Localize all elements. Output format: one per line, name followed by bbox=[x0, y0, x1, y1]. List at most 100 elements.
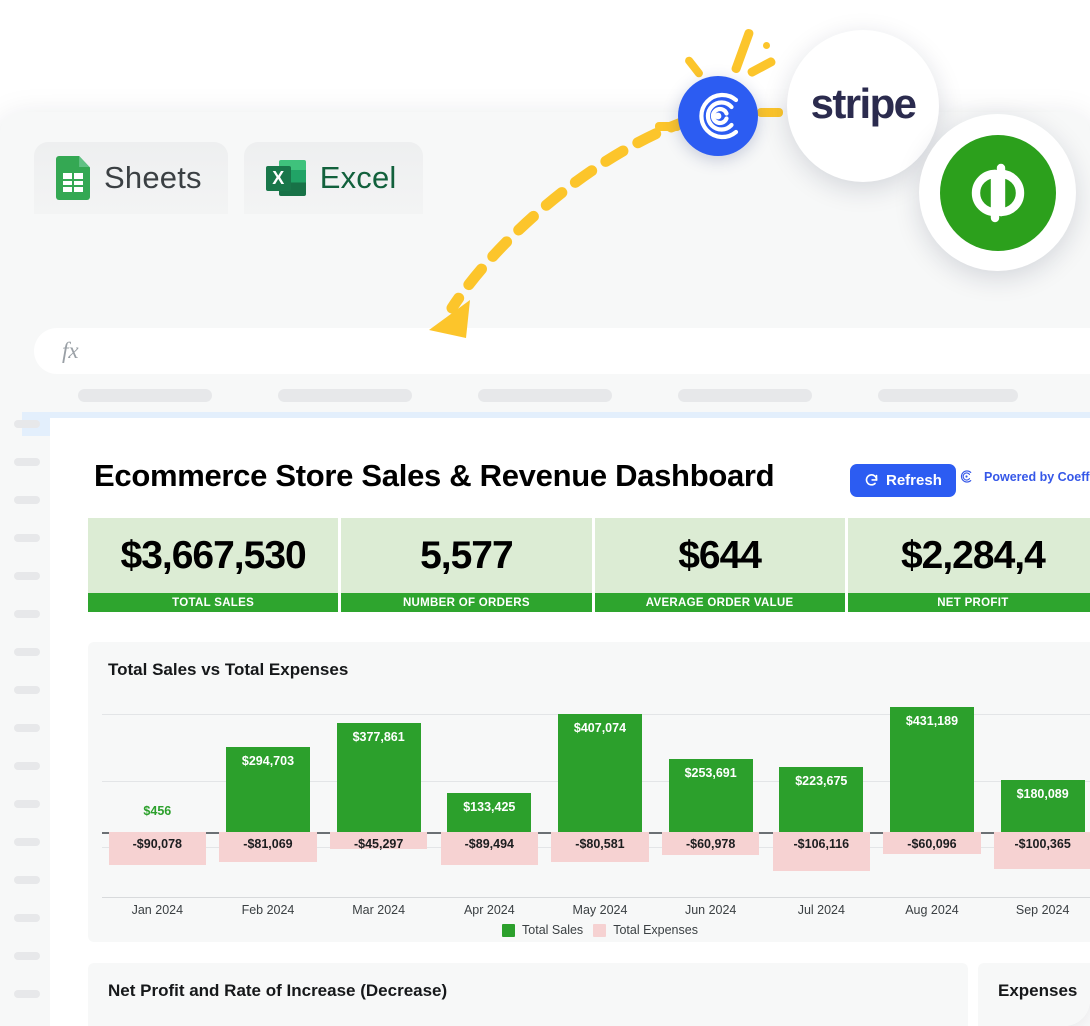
chart-column: $133,425 -$89,494 Apr 2024 bbox=[434, 700, 545, 917]
sales-bar-label: $407,074 bbox=[573, 721, 627, 735]
expense-bar-label: -$90,078 bbox=[132, 837, 182, 851]
row-header-marker bbox=[14, 572, 40, 580]
column-header-placeholder bbox=[678, 389, 812, 402]
chart-column: $431,189 -$60,096 Aug 2024 bbox=[877, 700, 988, 917]
legend-label: Total Sales bbox=[522, 923, 584, 937]
row-header-marker bbox=[14, 610, 40, 618]
kpi-card: $3,667,530 TOTAL SALES bbox=[88, 518, 339, 612]
expense-bar: -$81,069 bbox=[219, 832, 317, 862]
expenses-title: Expenses bbox=[998, 981, 1078, 1000]
formula-bar[interactable]: fx bbox=[34, 328, 1090, 374]
sales-bar: $133,425 bbox=[447, 793, 532, 832]
kpi-value: 5,577 bbox=[341, 518, 592, 593]
app-tabbar: Sheets X Excel bbox=[34, 142, 423, 214]
row-header-marker bbox=[14, 762, 40, 770]
stripe-logo-badge[interactable]: stripe bbox=[787, 30, 939, 182]
chart-title: Total Sales vs Total Expenses bbox=[108, 660, 349, 679]
row-header-strip bbox=[0, 412, 48, 1026]
kpi-value: $3,667,530 bbox=[88, 518, 339, 593]
row-header-marker bbox=[14, 990, 40, 998]
quickbooks-logo-badge[interactable] bbox=[919, 114, 1076, 271]
row-header-marker bbox=[14, 686, 40, 694]
kpi-value: $2,284,4 bbox=[847, 518, 1090, 593]
kpi-label: AVERAGE ORDER VALUE bbox=[594, 593, 845, 612]
sales-bar: $180,089 bbox=[1000, 780, 1085, 832]
powered-by-coefficient[interactable]: Powered by Coefficient bbox=[958, 468, 1090, 485]
sales-vs-expenses-chart-card: Total Sales vs Total Expenses $456 -$90,0… bbox=[88, 642, 1090, 942]
legend-item[interactable]: Total Expenses bbox=[593, 923, 698, 937]
kpi-strip: $3,667,530 TOTAL SALES 5,577 NUMBER OF O… bbox=[88, 518, 1090, 612]
tab-excel[interactable]: X Excel bbox=[243, 142, 423, 214]
expense-bar: -$60,978 bbox=[661, 832, 760, 855]
sales-bar: $253,691 bbox=[668, 759, 753, 832]
spreadsheet-window: Sheets X Excel fx Ecommerce Store Sales … bbox=[0, 112, 1090, 1026]
expense-bar: -$89,494 bbox=[440, 832, 538, 865]
row-header-marker bbox=[14, 724, 40, 732]
chart-x-tick-label: Jun 2024 bbox=[684, 903, 737, 917]
microsoft-excel-icon: X bbox=[265, 158, 306, 198]
screenshot-root: Sheets X Excel fx Ecommerce Store Sales … bbox=[0, 0, 1090, 1026]
sales-bar-label: $431,189 bbox=[905, 714, 959, 728]
net-profit-card: Net Profit and Rate of Increase (Decreas… bbox=[88, 963, 968, 1026]
column-header-placeholder bbox=[878, 389, 1018, 402]
sparkle-ray-icon bbox=[746, 55, 777, 79]
legend-item[interactable]: Total Sales bbox=[502, 923, 583, 937]
expense-bar-label: -$89,494 bbox=[464, 837, 514, 851]
expense-bar: -$45,297 bbox=[329, 832, 428, 851]
google-sheets-icon bbox=[56, 156, 90, 200]
chart-x-tick-label: Feb 2024 bbox=[241, 903, 295, 917]
expense-bar-label: -$45,297 bbox=[353, 837, 404, 851]
chart-x-tick-label: May 2024 bbox=[572, 903, 628, 917]
row-header-marker bbox=[14, 876, 40, 884]
sales-bar: $377,861 bbox=[336, 723, 421, 832]
expense-bar: -$60,096 bbox=[883, 832, 981, 854]
coefficient-spiral-icon bbox=[699, 92, 739, 140]
kpi-label: NUMBER OF ORDERS bbox=[341, 593, 592, 612]
tab-sheets[interactable]: Sheets bbox=[34, 142, 228, 214]
sales-bar-label: $180,089 bbox=[1016, 787, 1069, 801]
chart-column: $377,861 -$45,297 Mar 2024 bbox=[323, 700, 434, 917]
row-header-marker bbox=[14, 534, 40, 542]
expense-bar-label: -$60,978 bbox=[685, 837, 736, 851]
row-header-marker bbox=[14, 952, 40, 960]
net-profit-title: Net Profit and Rate of Increase (Decreas… bbox=[108, 981, 448, 1000]
kpi-card: 5,577 NUMBER OF ORDERS bbox=[341, 518, 592, 612]
chart-x-tick-label: Mar 2024 bbox=[352, 903, 406, 917]
quickbooks-icon bbox=[939, 134, 1056, 251]
expense-bar: -$106,116 bbox=[772, 832, 870, 871]
legend-swatch bbox=[502, 923, 516, 937]
row-header-marker bbox=[14, 458, 40, 466]
legend-label: Total Expenses bbox=[613, 923, 698, 937]
expense-bar-label: -$80,581 bbox=[575, 837, 625, 851]
tab-sheets-label: Sheets bbox=[104, 160, 202, 195]
stripe-wordmark: stripe bbox=[810, 80, 917, 127]
expense-bar-label: -$106,116 bbox=[793, 837, 850, 851]
row-header-marker bbox=[14, 838, 40, 846]
chart-x-tick-label: Jan 2024 bbox=[131, 903, 184, 917]
fx-icon: fx bbox=[62, 338, 79, 363]
refresh-button[interactable]: Refresh bbox=[850, 464, 956, 497]
refresh-icon bbox=[865, 474, 878, 486]
sales-bar: $294,703 bbox=[225, 747, 311, 832]
bar-chart-plot: $456 -$90,078 Jan 2024 $294,703 -$81,069 Feb … bbox=[102, 700, 1090, 937]
chart-column: $180,089 -$100,365 Sep 2024 bbox=[987, 700, 1090, 917]
chart-legend: Total Sales Total Expenses bbox=[102, 923, 1090, 937]
sparkle-dot-icon bbox=[763, 42, 770, 49]
expense-bar: -$100,365 bbox=[993, 832, 1090, 869]
sales-bar-label: $223,675 bbox=[795, 774, 848, 788]
coefficient-logo-badge[interactable] bbox=[678, 76, 758, 156]
sales-bar-label: $253,691 bbox=[684, 766, 737, 780]
kpi-card: $644 AVERAGE ORDER VALUE bbox=[594, 518, 845, 612]
row-header-marker bbox=[14, 496, 40, 504]
sales-bar-label: $133,425 bbox=[463, 800, 516, 814]
column-header-placeholder bbox=[278, 389, 412, 402]
column-header-placeholder bbox=[478, 389, 612, 402]
expense-bar-label: -$100,365 bbox=[1014, 837, 1071, 851]
chart-x-tick-label: Sep 2024 bbox=[1015, 903, 1070, 917]
sales-bar: $223,675 bbox=[779, 767, 864, 832]
sales-bar-label: $377,861 bbox=[352, 730, 405, 744]
column-header-row bbox=[0, 378, 1090, 412]
refresh-button-label: Refresh bbox=[886, 472, 942, 489]
kpi-label: NET PROFIT bbox=[847, 593, 1090, 612]
expense-bar-label: -$81,069 bbox=[243, 837, 293, 851]
